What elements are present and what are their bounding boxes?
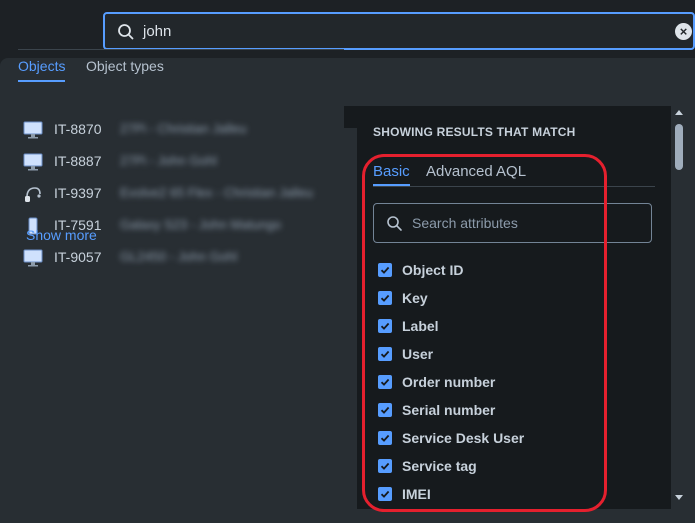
clear-search-icon[interactable]: × xyxy=(675,23,692,40)
attribute-option[interactable]: Serial number xyxy=(378,401,638,421)
tabs-divider xyxy=(18,49,344,50)
scroll-up-icon[interactable] xyxy=(675,110,683,115)
attribute-option[interactable]: User xyxy=(378,345,638,365)
tab-object-types[interactable]: Object types xyxy=(86,58,164,74)
tab-advanced-aql[interactable]: Advanced AQL xyxy=(426,163,526,180)
checkbox[interactable] xyxy=(378,403,392,417)
result-title: Galaxy S23 - John Matungo xyxy=(120,217,282,232)
search-icon xyxy=(118,24,134,40)
result-row[interactable]: IT-9057 GL2450 - John Gohl xyxy=(23,246,343,270)
checkbox[interactable] xyxy=(378,375,392,389)
monitor-icon xyxy=(23,121,43,139)
attribute-search-field[interactable] xyxy=(373,203,652,243)
show-more-link[interactable]: Show more xyxy=(26,227,97,243)
attribute-option[interactable]: Order number xyxy=(378,373,638,393)
scroll-thumb[interactable] xyxy=(675,124,683,170)
checkbox[interactable] xyxy=(378,291,392,305)
result-key[interactable]: IT-8870 xyxy=(54,121,101,137)
attribute-option[interactable]: Label xyxy=(378,317,638,337)
attribute-option[interactable]: Object ID xyxy=(378,261,638,281)
search-input[interactable]: john xyxy=(143,23,171,40)
attribute-label: Serial number xyxy=(402,402,496,418)
attribute-option[interactable]: Key xyxy=(378,289,638,309)
checkbox[interactable] xyxy=(378,431,392,445)
result-row[interactable]: IT-8870 27Pi - Christian Jalleu xyxy=(23,118,343,142)
global-search-field[interactable]: john × xyxy=(103,12,695,50)
attribute-label: Order number xyxy=(402,374,496,390)
attribute-label: Service tag xyxy=(402,458,477,474)
attribute-label: Label xyxy=(402,318,439,334)
attribute-search-input[interactable] xyxy=(412,213,637,233)
result-key[interactable]: IT-9057 xyxy=(54,249,101,265)
checkbox[interactable] xyxy=(378,459,392,473)
checkbox[interactable] xyxy=(378,347,392,361)
panel-heading: SHOWING RESULTS THAT MATCH xyxy=(373,125,576,139)
checkbox[interactable] xyxy=(378,263,392,277)
attribute-label: IMEI xyxy=(402,486,431,502)
result-title: 27Pi - Christian Jalleu xyxy=(120,121,247,136)
result-row[interactable]: IT-8887 27Pi - John Gohl xyxy=(23,150,343,174)
result-row[interactable]: IT-9397 Evolve2 65 Flex - Christian Jall… xyxy=(23,182,343,206)
attribute-option[interactable]: Service Desk User xyxy=(378,429,638,449)
panel-tabs-divider xyxy=(373,186,655,187)
attribute-option[interactable]: IMEI xyxy=(378,485,638,505)
tab-objects[interactable]: Objects xyxy=(18,58,66,82)
panel-scrollbar[interactable] xyxy=(672,106,686,509)
result-title: 27Pi - John Gohl xyxy=(120,153,217,168)
result-title: Evolve2 65 Flex - Christian Jalleu xyxy=(120,185,313,200)
tab-basic[interactable]: Basic xyxy=(373,163,410,186)
attribute-label: User xyxy=(402,346,434,362)
monitor-icon xyxy=(23,153,43,171)
attribute-label: Object ID xyxy=(402,262,464,278)
search-icon xyxy=(387,216,402,231)
checkbox[interactable] xyxy=(378,319,392,333)
checkbox[interactable] xyxy=(378,487,392,501)
monitor-icon xyxy=(23,249,43,267)
attribute-label: Key xyxy=(402,290,428,306)
attribute-label: Service Desk User xyxy=(402,430,525,446)
scroll-down-icon[interactable] xyxy=(675,495,683,500)
result-title: GL2450 - John Gohl xyxy=(120,249,238,264)
headset-icon xyxy=(25,187,41,202)
result-key[interactable]: IT-9397 xyxy=(54,185,101,201)
attribute-option[interactable]: Service tag xyxy=(378,457,638,477)
result-key[interactable]: IT-8887 xyxy=(54,153,101,169)
